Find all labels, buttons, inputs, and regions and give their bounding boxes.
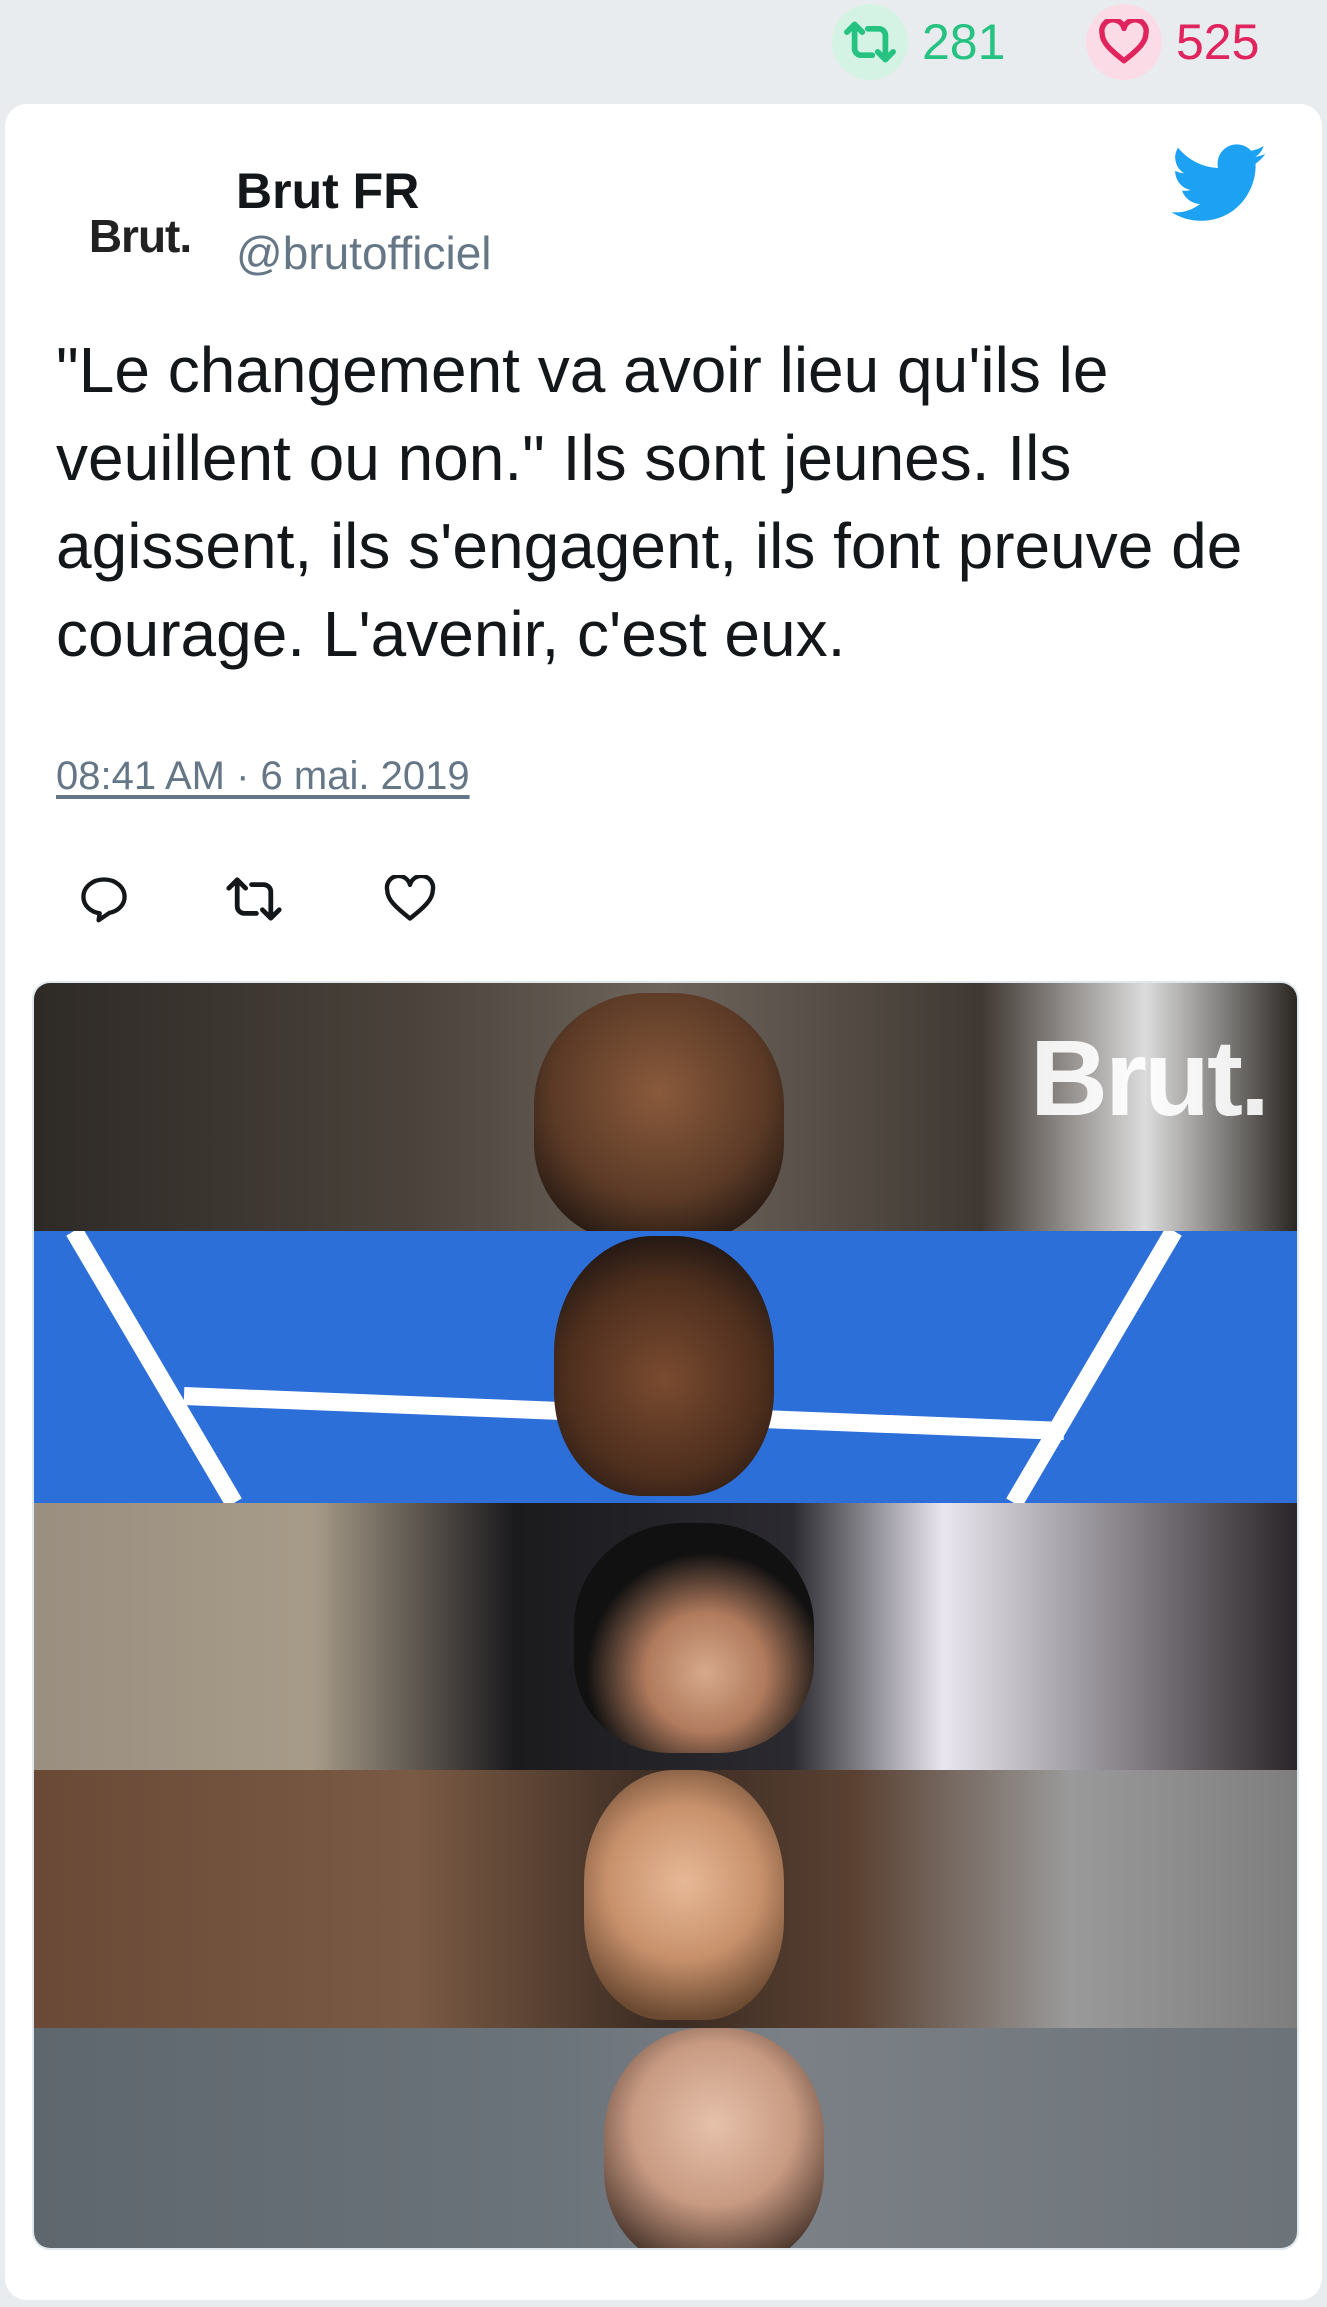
reply-button[interactable] (69, 866, 139, 936)
media-person (604, 2028, 824, 2248)
media-frame-4 (34, 1770, 1297, 2028)
media-person (584, 1770, 784, 2020)
avatar[interactable]: Brut. (65, 176, 215, 296)
media-person (534, 993, 784, 1231)
heart-icon (1086, 4, 1162, 80)
retweet-stat[interactable]: 281 (832, 4, 1005, 80)
like-stat[interactable]: 525 (1086, 4, 1259, 80)
media-frame-5 (34, 2028, 1297, 2248)
media-frame-3 (34, 1503, 1297, 1770)
tweet-text: "Le changement va avoir lieu qu'ils le v… (56, 334, 1243, 670)
twitter-bird-icon[interactable] (1171, 144, 1268, 224)
like-count: 525 (1176, 14, 1260, 70)
retweet-icon (832, 4, 908, 80)
retweet-icon (225, 875, 283, 928)
media-person (554, 1236, 774, 1496)
media-frame-2 (34, 1231, 1297, 1503)
media-person (574, 1523, 814, 1753)
tweet-card: Brut. Brut FR @brutofficiel "Le changeme… (5, 104, 1322, 2300)
engagement-stats: 281 525 (0, 0, 1327, 100)
tweet-timestamp[interactable]: 08:41 AM · 6 mai. 2019 (56, 754, 470, 799)
media-frame-1: Brut. (34, 983, 1297, 1231)
like-button[interactable] (375, 866, 445, 936)
retweet-button[interactable] (219, 866, 289, 936)
display-name[interactable]: Brut FR (236, 162, 419, 220)
avatar-logo-text: Brut. (88, 210, 192, 262)
user-handle[interactable]: @brutofficiel (236, 226, 492, 280)
heart-icon (384, 873, 436, 928)
reply-icon (78, 873, 130, 930)
retweet-count: 281 (922, 14, 1006, 70)
brut-watermark: Brut. (1030, 1017, 1270, 1138)
tweet-media-video[interactable]: Brut. (32, 981, 1299, 2250)
